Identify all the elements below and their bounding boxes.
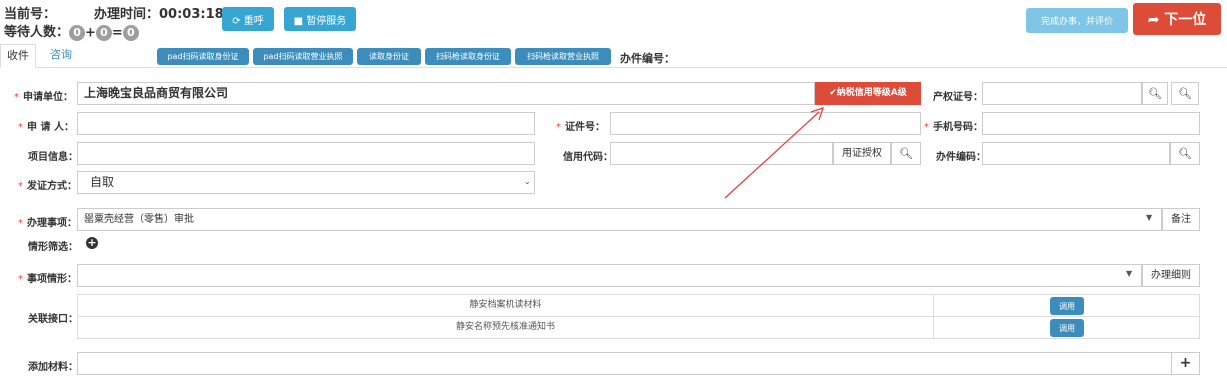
- credit-code-label: 信用代码：: [563, 152, 613, 163]
- add-material-label: 添加材料：: [28, 362, 78, 373]
- tab-receive[interactable]: 收件: [0, 44, 36, 68]
- delivery-method-select[interactable]: 自取: [77, 171, 535, 194]
- search-icon[interactable]: 🔍︎: [891, 142, 921, 165]
- search-icon[interactable]: 🔍︎: [1171, 82, 1199, 105]
- plus-circle-icon[interactable]: +: [86, 237, 98, 249]
- case-code-label: 办件编码：: [936, 152, 986, 163]
- next-label: 下一位: [1164, 12, 1207, 28]
- waiting-label: 等待人数：: [4, 25, 70, 40]
- invoke-button[interactable]: 调用: [1050, 319, 1084, 337]
- share-arrow-icon: ➦: [1147, 12, 1160, 28]
- situation-select[interactable]: [77, 264, 1142, 287]
- equals-sign: =: [111, 25, 123, 41]
- detail-rules-button[interactable]: 办理细则: [1142, 264, 1200, 287]
- elapsed-time: 办理时间：00:03:18: [94, 3, 224, 22]
- invoke-button[interactable]: 调用: [1050, 297, 1084, 315]
- project-info-input[interactable]: [77, 142, 535, 165]
- interface-name-cell: 静安档案机读材料: [77, 294, 934, 317]
- matter-label: * 办理事项：: [18, 218, 77, 229]
- remark-button[interactable]: 备注: [1162, 208, 1200, 231]
- chevron-down-icon: ⌄: [524, 177, 531, 186]
- case-number-label: 办件编号：: [620, 52, 675, 65]
- waiting-b-badge: 0: [95, 25, 112, 41]
- read-id-button[interactable]: 读取身份证: [357, 48, 421, 65]
- finish-and-rate-button[interactable]: 完成办事，并评价: [1026, 8, 1128, 33]
- plus-sign: +: [85, 25, 96, 41]
- search-icon[interactable]: 🔍︎: [1170, 142, 1200, 165]
- applicant-unit-input[interactable]: 上海晚宝良品商贸有限公司: [77, 82, 815, 105]
- plus-icon[interactable]: +: [1171, 352, 1200, 375]
- delivery-method-label: * 发证方式：: [18, 181, 77, 192]
- credit-badge-label: 纳税信用等级A级: [836, 88, 907, 98]
- waiting-c-badge: 0: [122, 25, 139, 41]
- refresh-icon: ⟳: [232, 15, 241, 27]
- add-material-input[interactable]: [77, 352, 1172, 375]
- project-info-label: 项目信息：: [28, 152, 78, 163]
- waiting-count: 等待人数： 0 +0 = 0: [4, 21, 139, 41]
- phone-label: * 手机号码：: [924, 122, 983, 133]
- tab-consult[interactable]: 咨询: [44, 44, 78, 68]
- pad-scan-license-button[interactable]: pad扫码读取营业执照: [253, 48, 353, 65]
- recall-label: 重呼: [243, 15, 264, 27]
- caret-down-icon: ▼: [1146, 213, 1153, 222]
- interface-label: 关联接口：: [28, 314, 78, 325]
- time-label: 办理时间：: [94, 7, 160, 22]
- scanner-read-license-button[interactable]: 扫码枪读取营业执照: [515, 48, 611, 65]
- next-button[interactable]: ➦ 下一位: [1133, 3, 1221, 35]
- certificate-number-label: * 证件号：: [556, 122, 605, 133]
- waiting-a-badge: 0: [69, 25, 86, 41]
- time-value: 00:03:18: [159, 7, 224, 22]
- authorize-button[interactable]: 用证授权: [833, 142, 891, 165]
- caret-down-icon: ▼: [1126, 269, 1133, 278]
- stop-icon: ■: [293, 15, 304, 27]
- property-number-label: 产权证号：: [933, 92, 983, 103]
- check-circle-icon: ✔: [829, 88, 837, 98]
- pad-scan-id-button[interactable]: pad扫码读取身份证: [157, 48, 249, 65]
- matter-select[interactable]: 罂粟壳经营（零售）审批: [77, 208, 1162, 231]
- applicant-unit-label: * 申请单位：: [14, 92, 73, 103]
- property-number-input[interactable]: [982, 82, 1142, 105]
- filter-label: 情形筛选：: [28, 242, 78, 253]
- finish-label: 完成办事，并评价: [1040, 17, 1113, 27]
- search-icon[interactable]: 🔍︎: [1142, 82, 1168, 105]
- scanner-read-id-button[interactable]: 扫码枪读取身份证: [425, 48, 511, 65]
- interface-action-cell: 调用: [933, 294, 1200, 317]
- recall-button[interactable]: ⟳ 重呼: [222, 7, 274, 31]
- interface-name-cell: 静安名称预先核准通知书: [77, 316, 934, 339]
- annotation-arrow: [724, 107, 824, 199]
- applicant-input[interactable]: [77, 112, 535, 135]
- current-number-label: 当前号：: [4, 7, 57, 22]
- pause-label: 暂停服务: [306, 15, 347, 27]
- phone-input[interactable]: [982, 112, 1200, 135]
- interface-action-cell: 调用: [933, 316, 1200, 339]
- situation-label: * 事项情形：: [18, 274, 77, 285]
- case-code-input[interactable]: [982, 142, 1170, 165]
- applicant-label: * 申 请 人：: [18, 122, 74, 133]
- pause-service-button[interactable]: ■ 暂停服务: [284, 7, 356, 31]
